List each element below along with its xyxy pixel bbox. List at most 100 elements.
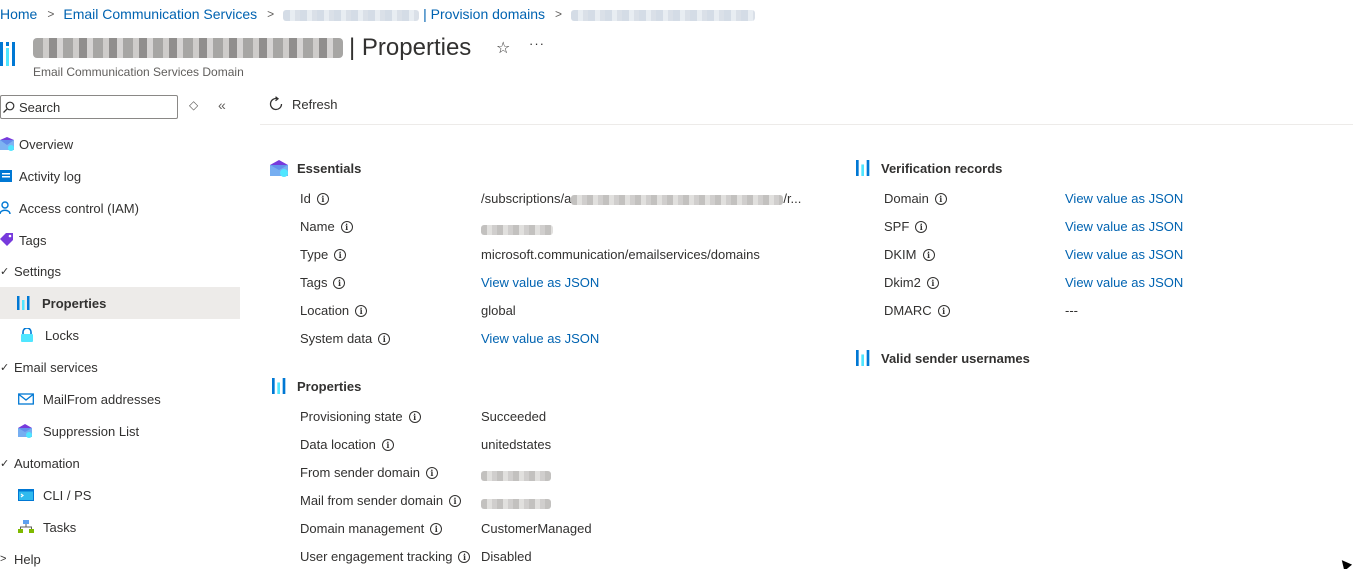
essentials-type-label: Type i <box>300 247 347 262</box>
data-location-label: Data location i <box>300 437 394 452</box>
info-icon[interactable]: i <box>915 220 928 233</box>
provisioning-state-value: Succeeded <box>481 409 547 424</box>
page-subtitle: Email Communication Services Domain <box>33 65 244 79</box>
search-icon <box>3 101 15 113</box>
breadcrumb-home[interactable]: Home <box>0 6 37 22</box>
tag-icon <box>0 233 13 246</box>
domain-name-redacted <box>33 38 343 58</box>
verification-dkim2-json-link[interactable]: View value as JSON <box>1065 275 1183 290</box>
sidebar-item-cli-ps[interactable]: CLI / PS <box>0 479 240 511</box>
sidebar-item-locks[interactable]: Locks <box>0 319 240 351</box>
sidebar-item-suppression-list[interactable]: Suppression List <box>0 415 240 447</box>
info-icon[interactable]: i <box>934 192 947 205</box>
search-input[interactable] <box>19 99 169 115</box>
refresh-icon <box>269 96 283 111</box>
info-icon[interactable]: i <box>922 248 935 261</box>
essentials-id-label: Id i <box>300 191 329 206</box>
chevron-down-icon: ✓ <box>0 457 10 470</box>
user-engagement-tracking-label: User engagement tracking i <box>300 549 471 564</box>
essentials-location-label: Location i <box>300 303 368 318</box>
domain-management-label: Domain management i <box>300 521 443 536</box>
toolbar-divider <box>260 124 1353 125</box>
from-sender-domain-label: From sender domain i <box>300 465 438 480</box>
sidebar-item-tags[interactable]: Tags <box>0 224 240 256</box>
valid-sender-usernames-heading: Valid sender usernames <box>856 349 1030 367</box>
verification-dkim2-label: Dkim2 i <box>884 275 939 290</box>
info-icon[interactable]: i <box>449 494 462 507</box>
chevron-down-icon: ✓ <box>0 265 10 278</box>
info-icon[interactable]: i <box>334 248 347 261</box>
essentials-heading: Essentials <box>270 159 361 177</box>
verification-records-heading: Verification records <box>856 159 1002 177</box>
sidebar-group-settings[interactable]: ✓ Settings <box>0 255 240 287</box>
essentials-system-data-json-link[interactable]: View value as JSON <box>481 331 599 346</box>
sidebar-group-help[interactable]: > Help <box>0 543 240 569</box>
sidebar-item-access-control[interactable]: Access control (IAM) <box>0 192 240 224</box>
sort-toggle-icon[interactable]: ◇ <box>189 98 198 112</box>
collapse-sidebar-icon[interactable]: « <box>218 97 226 113</box>
verification-domain-json-link[interactable]: View value as JSON <box>1065 191 1183 206</box>
from-sender-domain-value <box>481 467 551 482</box>
favorite-star-icon[interactable]: ☆ <box>496 38 510 58</box>
breadcrumb-domain[interactable] <box>571 6 756 22</box>
properties-heading: Properties <box>272 377 361 395</box>
more-options-icon[interactable]: ··· <box>529 36 545 51</box>
info-icon[interactable]: i <box>378 332 391 345</box>
user-engagement-tracking-value: Disabled <box>481 549 532 564</box>
verification-spf-label: SPF i <box>884 219 928 234</box>
sidebar-item-tasks[interactable]: Tasks <box>0 511 240 543</box>
verification-dkim-json-link[interactable]: View value as JSON <box>1065 247 1183 262</box>
essentials-name-label: Name i <box>300 219 353 234</box>
sidebar-group-automation[interactable]: ✓ Automation <box>0 447 240 479</box>
info-icon[interactable]: i <box>355 304 368 317</box>
info-icon[interactable]: i <box>408 410 421 423</box>
essentials-type-value: microsoft.communication/emailservices/do… <box>481 247 760 262</box>
verification-dmarc-value: --- <box>1065 303 1078 318</box>
provisioning-state-label: Provisioning state i <box>300 409 421 424</box>
page-title: | Properties <box>33 33 471 63</box>
properties-icon <box>856 160 870 176</box>
terminal-icon <box>18 489 34 501</box>
verification-dmarc-label: DMARC i <box>884 303 950 318</box>
mouse-cursor-icon <box>1337 556 1353 569</box>
essentials-tags-json-link[interactable]: View value as JSON <box>481 275 599 290</box>
info-icon[interactable]: i <box>316 192 329 205</box>
essentials-system-data-label: System data i <box>300 331 391 346</box>
info-icon[interactable]: i <box>430 522 443 535</box>
lock-icon <box>21 328 33 342</box>
mail-from-sender-domain-value <box>481 495 551 510</box>
mail-icon <box>18 393 34 405</box>
sidebar-group-email-services[interactable]: ✓ Email services <box>0 351 240 383</box>
properties-icon <box>0 42 15 66</box>
info-icon[interactable]: i <box>333 276 346 289</box>
info-icon[interactable]: i <box>425 466 438 479</box>
suppression-list-icon <box>18 424 32 438</box>
sidebar-item-activity-log[interactable]: Activity log <box>0 160 240 192</box>
breadcrumb-email-communication-services[interactable]: Email Communication Services <box>63 6 257 22</box>
info-icon[interactable]: i <box>926 276 939 289</box>
properties-icon <box>17 296 30 310</box>
tasks-icon <box>18 520 34 533</box>
people-icon <box>0 201 11 215</box>
sidebar-item-mailfrom-addresses[interactable]: MailFrom addresses <box>0 383 240 415</box>
sidebar-item-overview[interactable]: Overview <box>0 128 240 160</box>
refresh-button[interactable]: Refresh <box>268 96 338 112</box>
info-icon[interactable]: i <box>937 304 950 317</box>
breadcrumb-separator-icon: > <box>47 7 55 21</box>
verification-spf-json-link[interactable]: View value as JSON <box>1065 219 1183 234</box>
sidebar-item-properties[interactable]: Properties <box>0 287 240 319</box>
info-icon[interactable]: i <box>381 438 394 451</box>
essentials-tags-label: Tags i <box>300 275 346 290</box>
sidebar-search[interactable] <box>0 95 178 119</box>
activity-log-icon <box>0 170 12 182</box>
breadcrumb: Home > Email Communication Services > | … <box>0 4 756 24</box>
domain-management-value: CustomerManaged <box>481 521 592 536</box>
breadcrumb-separator-icon: > <box>555 7 563 21</box>
info-icon[interactable]: i <box>458 550 471 563</box>
chevron-down-icon: ✓ <box>0 361 10 374</box>
breadcrumb-provision-domains[interactable]: | Provision domains <box>283 6 545 22</box>
essentials-location-value: global <box>481 303 516 318</box>
breadcrumb-separator-icon: > <box>267 7 275 21</box>
properties-icon <box>856 350 870 366</box>
info-icon[interactable]: i <box>340 220 353 233</box>
